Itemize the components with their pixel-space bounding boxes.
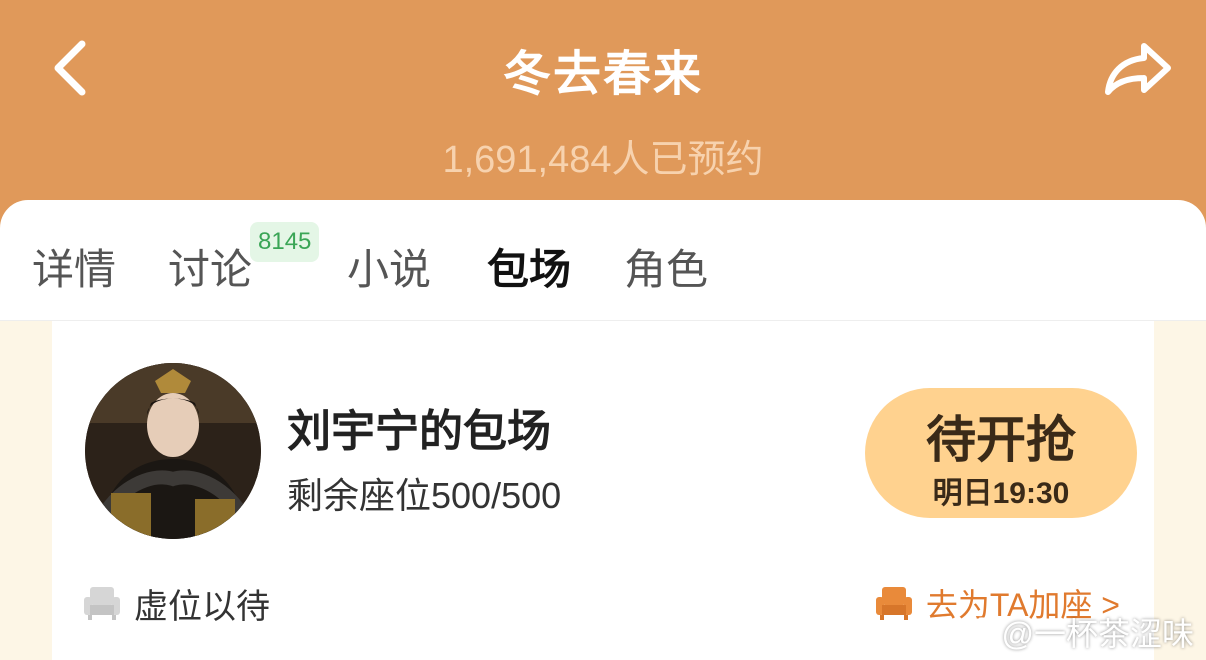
discussion-count-badge: 8145 — [250, 222, 320, 262]
avatar[interactable] — [85, 363, 261, 539]
seat-icon — [875, 587, 912, 620]
seats-remaining: 剩余座位500/500 — [287, 475, 562, 516]
grab-button-label: 待开抢 — [926, 412, 1076, 468]
tab-discussion[interactable]: 讨论 — [168, 236, 252, 297]
seat-icon — [84, 587, 120, 620]
tab-private-screening[interactable]: 包场 — [487, 236, 571, 297]
screening-card: 刘宇宁的包场 剩余座位500/500 待开抢 明日19:30 虚位以待 去为TA… — [52, 321, 1154, 660]
reservation-count: 1,691,484人已预约 — [442, 139, 764, 181]
grab-button-time: 明日19:30 — [932, 477, 1070, 510]
tab-characters[interactable]: 角色 — [624, 236, 708, 297]
pending-grab-button[interactable]: 待开抢 明日19:30 — [865, 388, 1137, 518]
tab-bar: 详情 讨论 8145 小说 包场 角色 — [0, 200, 1206, 321]
tab-novel[interactable]: 小说 — [347, 236, 431, 297]
page-title: 冬去春来 — [502, 48, 703, 101]
watermark-text: @一杯茶涩味 — [1001, 616, 1195, 652]
weibo-logo-icon — [953, 617, 993, 649]
host-name: 刘宇宁的包场 — [287, 407, 551, 456]
share-button[interactable] — [1100, 36, 1176, 100]
watermark: @一杯茶涩味 — [952, 612, 1195, 652]
empty-seat-label: 虚位以待 — [134, 587, 270, 626]
share-arrow-icon — [1105, 43, 1171, 95]
avatar-portrait-icon — [85, 363, 261, 539]
tab-details[interactable]: 详情 — [32, 236, 116, 297]
empty-seat-status: 虚位以待 — [82, 581, 270, 626]
